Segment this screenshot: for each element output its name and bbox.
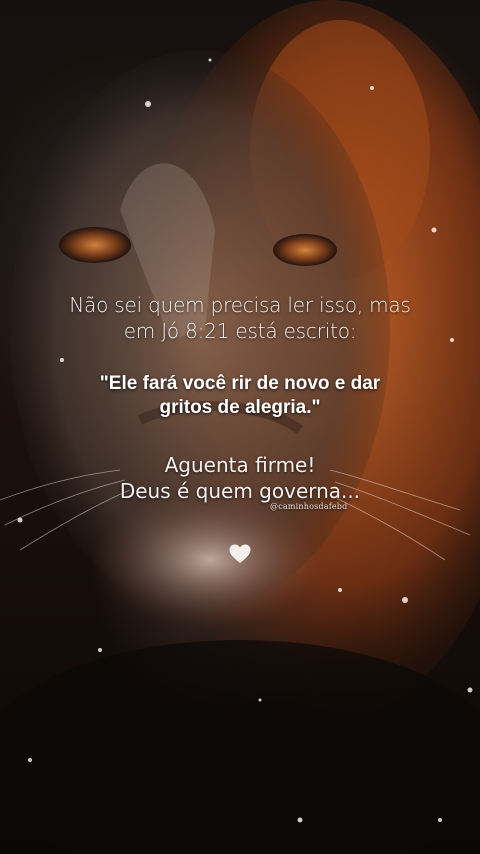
- verse-line-2: gritos de alegria.": [159, 397, 321, 418]
- closing-line-1: Aguenta firme!: [164, 453, 316, 477]
- verse-line-1: "Ele fará você rir de novo e dar: [99, 373, 381, 394]
- intro-text: Não sei quem precisa ler isso, mas em Jó…: [0, 292, 480, 344]
- watermark-handle: @caminhosdafebd: [270, 502, 348, 511]
- intro-line-1: Não sei quem precisa ler isso, mas: [69, 293, 411, 317]
- heart-icon: [229, 544, 251, 563]
- intro-line-2: em Jó 8:21 está escrito:: [123, 319, 357, 343]
- closing-text: Aguenta firme! Deus é quem governa...: [0, 452, 480, 504]
- verse-quote: "Ele fará você rir de novo e dar gritos …: [0, 372, 480, 420]
- lion-background: Não sei quem precisa ler isso, mas em Jó…: [0, 0, 480, 854]
- snow-particles: [17, 58, 473, 823]
- closing-line-2: Deus é quem governa...: [119, 479, 361, 503]
